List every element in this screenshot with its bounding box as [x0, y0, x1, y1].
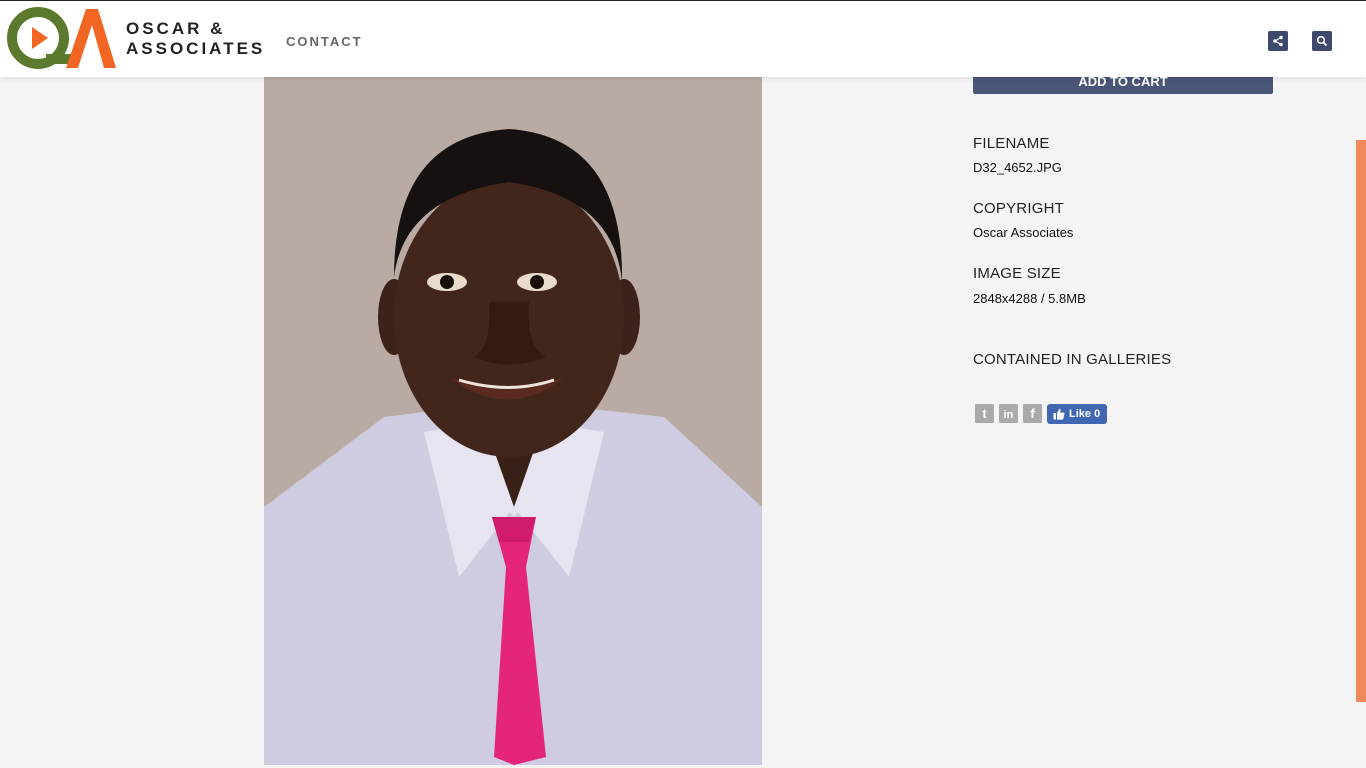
facebook-share-button[interactable]: f	[1023, 404, 1042, 423]
search-icon	[1316, 35, 1328, 47]
brand-line-1: OSCAR &	[126, 19, 226, 38]
filename-value: D32_4652.JPG	[973, 160, 1062, 175]
page-scroll-accent[interactable]	[1356, 140, 1366, 702]
brand-logo[interactable]: OSCAR & ASSOCIATES	[6, 7, 262, 71]
image-size-label: IMAGE SIZE	[973, 265, 1061, 282]
filename-label: FILENAME	[973, 135, 1050, 152]
twitter-icon: t	[982, 406, 987, 421]
like-count-label: Like 0	[1069, 408, 1101, 420]
site-header: OSCAR & ASSOCIATES CONTACT	[0, 0, 1366, 77]
share-icon	[1273, 35, 1283, 47]
facebook-like-button[interactable]: Like 0	[1047, 404, 1107, 424]
portrait-illustration	[264, 77, 762, 765]
portrait-photo[interactable]	[264, 77, 762, 765]
thumbs-up-icon	[1053, 408, 1065, 420]
image-size-value: 2848x4288 / 5.8MB	[973, 291, 1086, 306]
brand-name: OSCAR & ASSOCIATES	[126, 19, 265, 59]
facebook-icon: f	[1030, 406, 1035, 421]
galleries-label: CONTAINED IN GALLERIES	[973, 351, 1172, 368]
linkedin-share-button[interactable]: in	[999, 404, 1018, 423]
qa-logo-mark	[7, 7, 116, 69]
linkedin-icon: in	[1003, 409, 1014, 421]
copyright-value: Oscar Associates	[973, 225, 1074, 240]
nav-contact-link[interactable]: CONTACT	[286, 34, 363, 49]
brand-line-2: ASSOCIATES	[126, 39, 266, 58]
share-button[interactable]	[1268, 31, 1288, 51]
search-button[interactable]	[1312, 31, 1332, 51]
twitter-share-button[interactable]: t	[975, 404, 994, 423]
copyright-label: COPYRIGHT	[973, 200, 1064, 217]
